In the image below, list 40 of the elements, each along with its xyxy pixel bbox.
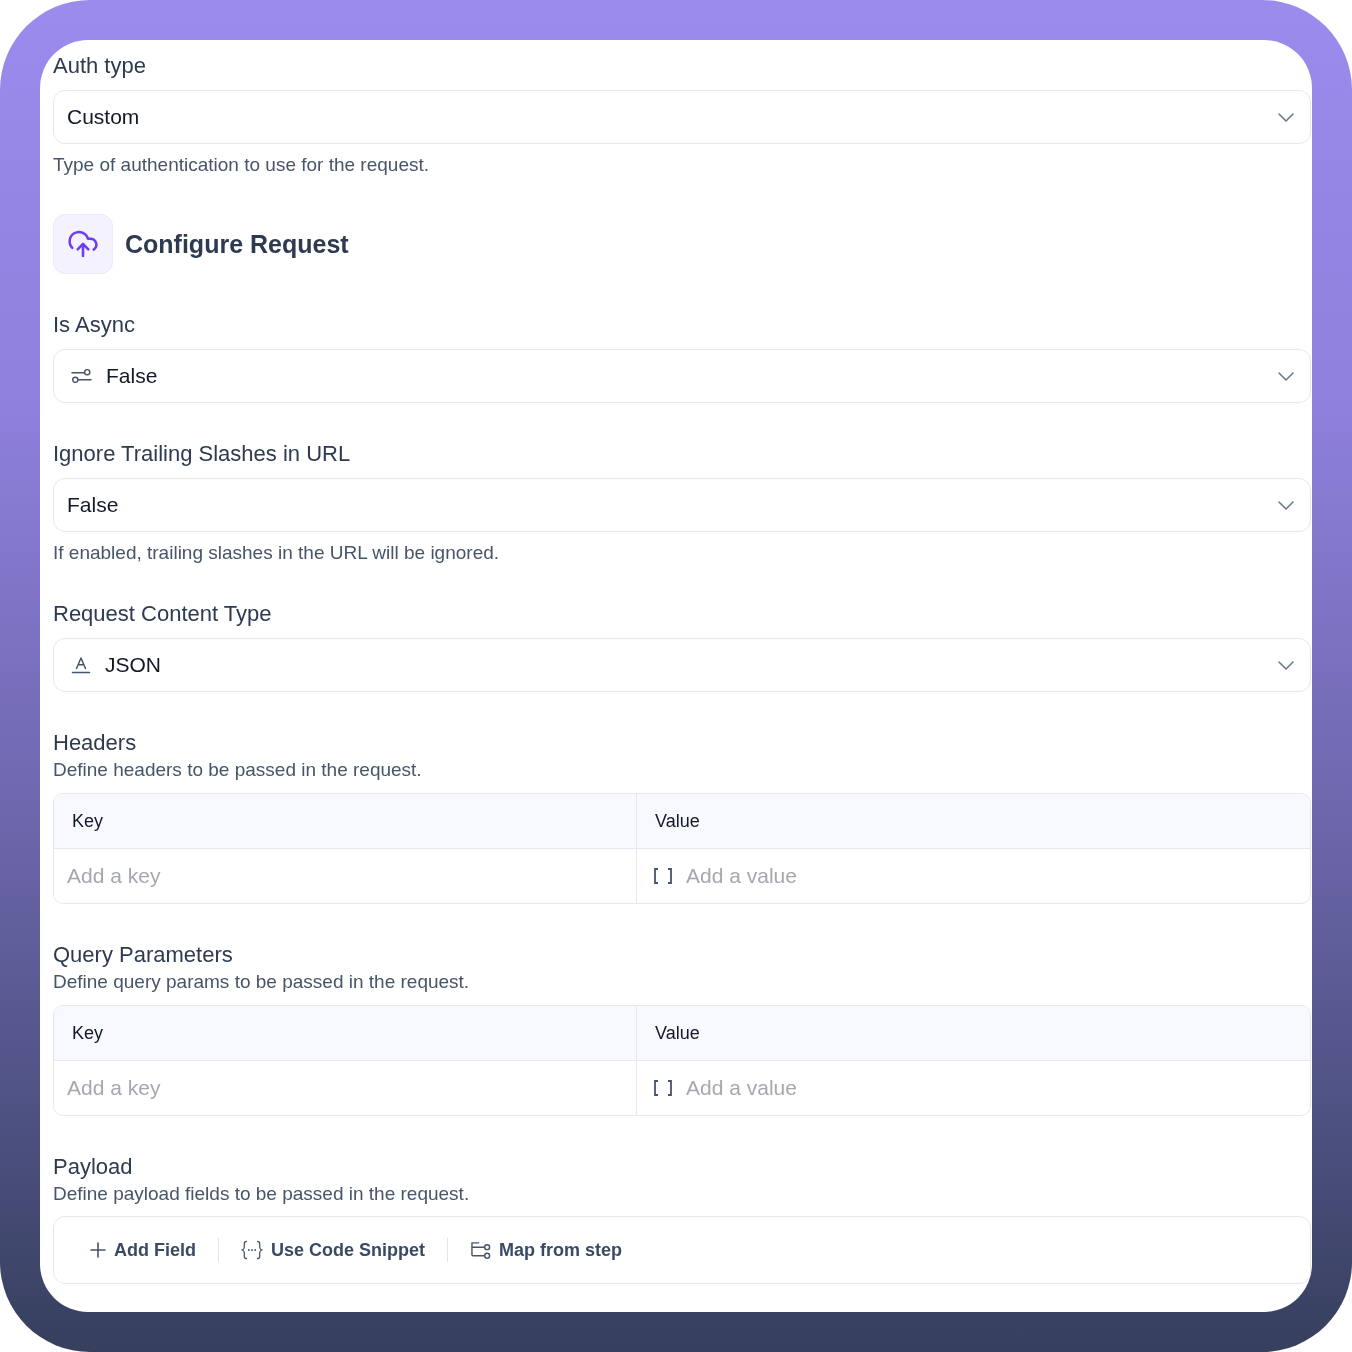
auth-type-select[interactable]: Custom bbox=[53, 90, 1311, 144]
chevron-down-icon bbox=[1278, 500, 1294, 510]
dropdown-select[interactable]: False bbox=[53, 478, 1311, 532]
column-header: Key bbox=[54, 1006, 637, 1061]
column-header: Value bbox=[637, 794, 1310, 849]
section-description: Define payload fields to be passed in the request. bbox=[53, 1183, 471, 1205]
column-header: Key bbox=[54, 794, 637, 849]
chevron-down-icon bbox=[1278, 371, 1294, 381]
section-heading: Query Parameters bbox=[53, 943, 234, 967]
field-label: Auth type bbox=[53, 54, 147, 78]
chevron-down-icon bbox=[1278, 660, 1294, 670]
section-description: Define headers to be passed in the request. bbox=[53, 759, 423, 781]
field-label: Ignore Trailing Slashes in URL bbox=[53, 442, 352, 466]
key-field[interactable]: Add a key bbox=[54, 849, 637, 903]
sliders-icon bbox=[71, 368, 92, 384]
field-label: Is Async bbox=[53, 313, 136, 337]
column-header: Value bbox=[637, 1006, 1310, 1061]
toolbar-button[interactable]: Add Field bbox=[80, 1233, 206, 1267]
help-text: Type of authentication to use for the request. bbox=[53, 155, 431, 175]
letter-a-icon bbox=[71, 656, 91, 674]
brackets-icon bbox=[652, 867, 674, 885]
code-braces-icon bbox=[241, 1240, 263, 1260]
plus-icon bbox=[90, 1242, 106, 1258]
section-heading: Headers bbox=[53, 731, 138, 755]
value-field[interactable]: Add a value bbox=[686, 861, 1310, 891]
key-field[interactable]: Add a key bbox=[54, 1061, 637, 1115]
help-text: If enabled, trailing slashes in the URL will be ignored. bbox=[53, 543, 501, 563]
value-field[interactable]: Add a value bbox=[686, 1073, 1310, 1103]
section-title: Configure Request bbox=[125, 229, 349, 259]
section-heading: Payload bbox=[53, 1155, 134, 1179]
dropdown-select[interactable]: False bbox=[53, 349, 1311, 403]
section-description: Define query params to be passed in the request. bbox=[53, 971, 471, 993]
branch-icon bbox=[470, 1240, 492, 1260]
chevron-down-icon bbox=[1278, 112, 1294, 122]
toolbar-button[interactable]: Use Code Snippet bbox=[231, 1233, 436, 1267]
brackets-icon bbox=[652, 1079, 674, 1097]
cloud-upload-icon bbox=[53, 214, 113, 274]
toolbar-button[interactable]: Map from step bbox=[460, 1233, 633, 1267]
field-label: Request Content Type bbox=[53, 602, 273, 626]
dropdown-select[interactable]: JSON bbox=[53, 638, 1311, 692]
